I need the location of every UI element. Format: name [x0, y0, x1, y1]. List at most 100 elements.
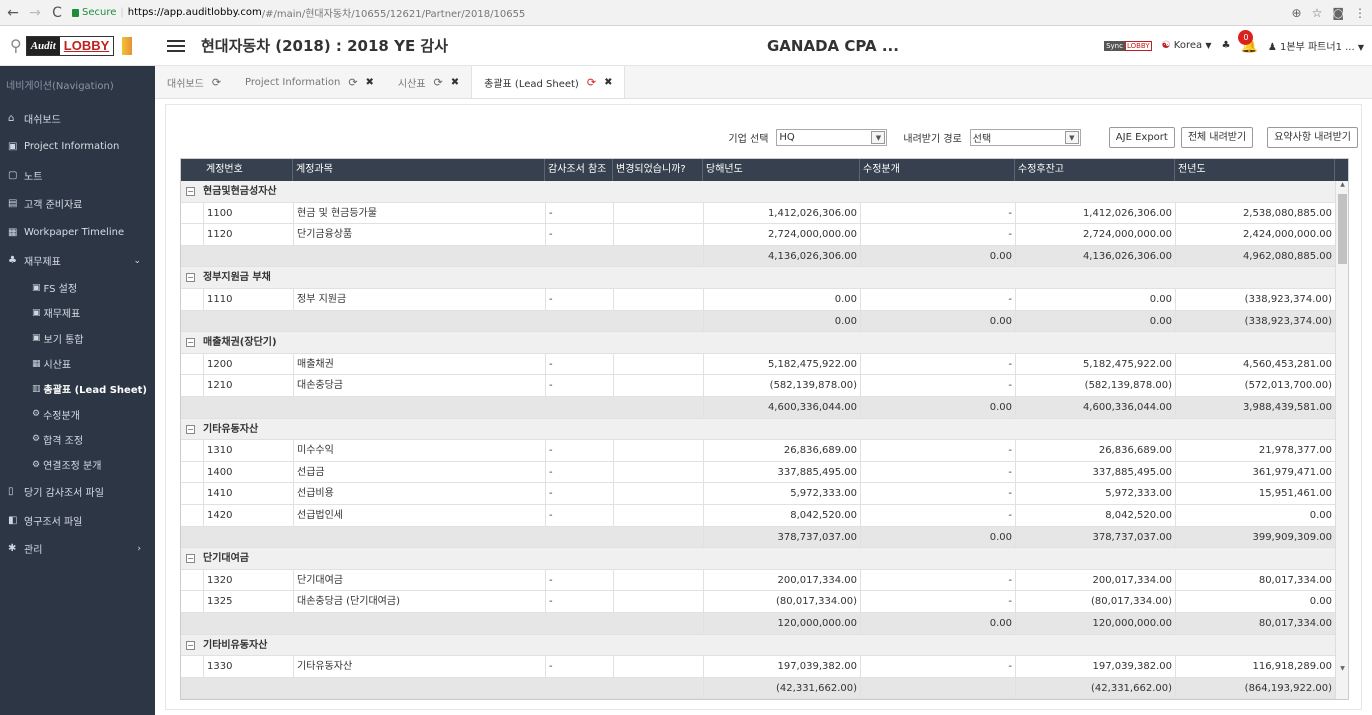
group-row[interactable]: − 기타비유동자산: [181, 634, 1336, 657]
table-cell: [613, 224, 703, 246]
table-cell: [613, 591, 703, 613]
sidebar-item-3[interactable]: ▤ 고객 준비자료: [0, 190, 155, 219]
close-icon[interactable]: ✖: [366, 77, 374, 88]
table-row[interactable]: 1400 선급금 -337,885,495.00-337,885,495.00 361…: [181, 461, 1336, 484]
table-cell: -: [545, 224, 613, 246]
column-header[interactable]: 감사조서 참조: [545, 159, 613, 181]
group-row[interactable]: − 정부지원금 부채: [181, 267, 1336, 289]
download-summary-button[interactable]: 요약사항 내려받기: [1267, 126, 1358, 148]
sidebar-subitem-3[interactable]: ▦ 시산표: [0, 351, 155, 376]
table-cell: (572,013,700.00): [1175, 375, 1335, 397]
refresh-icon[interactable]: ⟳: [587, 76, 596, 89]
group-row[interactable]: − 매출채권(장단기): [181, 332, 1336, 354]
notification-bell[interactable]: 0 🔔: [1238, 29, 1258, 54]
group-row[interactable]: − 기타유동자산: [181, 418, 1336, 441]
download-path-select[interactable]: 선택 ▼: [969, 128, 1081, 146]
user-menu[interactable]: ♟ 1본부 파트너1 ... ▼: [1268, 38, 1364, 53]
sidebar-item-0[interactable]: ⌂ 대쉬보드: [0, 104, 155, 133]
collapse-icon[interactable]: −: [186, 424, 195, 434]
table-cell: (582,139,878.00): [1015, 375, 1175, 397]
table-row[interactable]: 1200 매출채권 -5,182,475,922.00-5,182,475,922.…: [181, 353, 1336, 376]
sidebar-item-1[interactable]: ▣ Project Information: [0, 133, 155, 162]
forward-icon[interactable]: →: [28, 5, 42, 21]
table-cell: -: [545, 569, 613, 592]
table-row[interactable]: 1100 현금 및 현금등가물 -1,412,026,306.00-1,412,02…: [181, 202, 1336, 225]
grid-scrollbar[interactable]: ▲ ▼: [1335, 181, 1348, 699]
sidebar-item-2[interactable]: ▢ 노트: [0, 161, 155, 190]
table-row[interactable]: 1320 단기대여금 -200,017,334.00-200,017,334.00 8…: [181, 569, 1336, 592]
tab-lead-sheet[interactable]: 총괄표 (Lead Sheet) ⟳ ✖: [471, 66, 626, 98]
collapse-icon[interactable]: −: [186, 338, 195, 348]
collapse-icon[interactable]: −: [186, 273, 195, 283]
download-all-button[interactable]: 전체 내려받기: [1180, 126, 1254, 148]
sidebar-subitem-4[interactable]: ▥ 총괄표 (Lead Sheet): [0, 376, 155, 401]
column-header[interactable]: 수정분개: [860, 159, 1015, 181]
group-row[interactable]: − 현금및현금성자산: [181, 181, 1336, 203]
table-row[interactable]: 1110 정부 지원금 -0.00-0.00 (338,923,374.00): [181, 289, 1336, 311]
refresh-icon[interactable]: ⟳: [212, 76, 221, 89]
home-icon: ⌂: [8, 112, 15, 124]
url-host: https://app.auditlobby.com: [127, 7, 262, 18]
table-row[interactable]: 1330 기타유동자산 -197,039,382.00-197,039,382.00…: [181, 656, 1336, 678]
sidebar-bottom-item-1[interactable]: ◧ 영구조서 파일: [0, 506, 155, 535]
sidebar-subitem-2[interactable]: ▣ 보기 통합: [0, 326, 155, 351]
zoom-icon[interactable]: ⊕: [1292, 6, 1302, 20]
table-row[interactable]: 1325 대손충당금 (단기대여금) - (80,017,334.00) - (80,01…: [181, 591, 1336, 613]
sync-lobby-button[interactable]: Sync LOBBY: [1104, 40, 1152, 51]
scroll-down-icon[interactable]: ▼: [1336, 665, 1348, 675]
close-icon[interactable]: ✖: [604, 77, 612, 88]
column-header[interactable]: 변경되었습니까?: [613, 159, 703, 181]
scroll-up-icon[interactable]: ▲: [1336, 181, 1348, 191]
column-header[interactable]: 계정과목: [293, 159, 545, 181]
hamburger-menu-icon[interactable]: [167, 37, 185, 55]
language-label: Korea: [1173, 40, 1203, 51]
sidebar-bottom-item-0[interactable]: ▯ 당기 감사조서 파일: [0, 477, 155, 506]
team-icon[interactable]: ♣: [1221, 40, 1230, 51]
menu-icon[interactable]: ⋮: [1354, 6, 1366, 20]
sidebar-item-4[interactable]: ▦ Workpaper Timeline: [0, 218, 155, 247]
close-icon[interactable]: ✖: [451, 77, 459, 88]
aje-export-button[interactable]: AJE Export: [1108, 126, 1175, 148]
column-header[interactable]: 전년도: [1175, 159, 1335, 181]
star-icon[interactable]: ☆: [1312, 6, 1323, 20]
column-header[interactable]: 수정후잔고: [1015, 159, 1175, 181]
table-row[interactable]: 1120 단기금융상품 -2,724,000,000.00-2,724,000,00…: [181, 224, 1336, 246]
collapse-icon[interactable]: −: [186, 554, 195, 564]
table-row[interactable]: 1410 선급비용 -5,972,333.00-5,972,333.00 15,951…: [181, 483, 1336, 505]
collapse-icon[interactable]: −: [186, 187, 195, 196]
collapse-icon[interactable]: −: [186, 640, 195, 650]
refresh-icon[interactable]: ⟳: [434, 76, 443, 89]
table-cell: 미수수익: [293, 440, 545, 462]
camera-icon[interactable]: ◙: [1332, 6, 1344, 20]
company-select[interactable]: HQ ▼: [776, 128, 888, 146]
address-bar[interactable]: Secure | https://app.auditlobby.com/#/ma…: [72, 5, 1284, 20]
scroll-thumb[interactable]: [1338, 194, 1347, 264]
sidebar-item-5[interactable]: ♣ 재무제표 ⌄: [0, 247, 155, 276]
sidebar-subitem-1[interactable]: ▣ 재무제표: [0, 300, 155, 325]
column-header[interactable]: 당해년도: [703, 159, 860, 181]
tab-trial-balance[interactable]: 시산표 ⟳ ✖: [386, 66, 471, 98]
table-row[interactable]: 1210 대손충당금 - (582,139,878.00) - (582,139,878.…: [181, 375, 1336, 397]
table-cell: 8,042,520.00: [1015, 505, 1175, 527]
back-icon[interactable]: ←: [6, 5, 20, 21]
table-cell: -: [860, 202, 1015, 225]
reload-icon[interactable]: C: [50, 5, 64, 21]
sidebar-subitem-0[interactable]: ▣ FS 설정: [0, 275, 155, 300]
refresh-icon[interactable]: ⟳: [348, 76, 357, 89]
table-row[interactable]: 1310 미수수익 -26,836,689.00-26,836,689.00 21,9…: [181, 440, 1336, 462]
sidebar-subitem-6[interactable]: ⚙ 합격 조정: [0, 427, 155, 452]
column-header[interactable]: 계정번호: [203, 159, 293, 181]
files-icon: ◧: [8, 514, 18, 526]
logo[interactable]: ⚲ Audit LOBBY: [0, 26, 155, 66]
sidebar-bottom-item-2[interactable]: ✱ 관리 ›: [0, 534, 155, 563]
file-icon: ▯: [8, 486, 14, 498]
tab-project-information[interactable]: Project Information ⟳ ✖: [233, 66, 386, 98]
language-selector[interactable]: ☯ Korea ▼: [1162, 40, 1212, 51]
sidebar-subitem-5[interactable]: ⚙ 수정분개: [0, 401, 155, 426]
table-cell: 0.00: [860, 613, 1015, 635]
secure-indicator[interactable]: Secure: [72, 7, 116, 18]
tab-dashboard[interactable]: 대쉬보드 ⟳: [155, 66, 233, 98]
sidebar-subitem-7[interactable]: ⚙ 연결조정 분개: [0, 452, 155, 477]
group-row[interactable]: − 단기대여금: [181, 548, 1336, 570]
table-row[interactable]: 1420 선급법인세 -8,042,520.00-8,042,520.00 0.00: [181, 505, 1336, 527]
